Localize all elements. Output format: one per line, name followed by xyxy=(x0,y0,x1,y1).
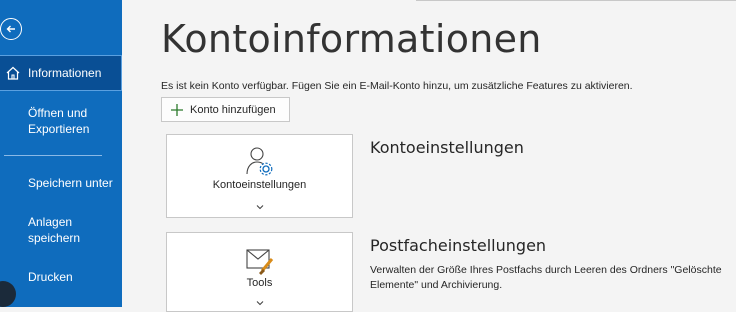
section-description: Verwalten der Größe Ihres Postfachs durc… xyxy=(370,264,722,291)
account-settings-icon xyxy=(245,146,275,183)
help-bubble-icon[interactable] xyxy=(0,281,16,307)
account-settings-button[interactable]: Kontoeinstellungen xyxy=(166,134,353,218)
card-label: Kontoeinstellungen xyxy=(212,179,307,191)
sidebar-item-label: Speichern unter xyxy=(28,176,113,190)
chevron-down-icon xyxy=(256,293,264,311)
sidebar-item-informationen[interactable]: Informationen xyxy=(0,55,122,91)
tools-button[interactable]: Tools xyxy=(166,232,353,312)
page-title: Kontoinformationen xyxy=(161,17,542,61)
backstage-sidebar: Informationen Öffnen und Exportieren Spe… xyxy=(0,0,122,307)
card-label: Tools xyxy=(246,277,273,289)
chevron-down-icon xyxy=(256,197,264,215)
sidebar-item-label: Drucken xyxy=(28,270,73,284)
section-title: Kontoeinstellungen xyxy=(370,138,524,157)
back-arrow-icon[interactable] xyxy=(0,18,22,40)
plus-icon xyxy=(170,103,184,117)
add-account-label: Konto hinzufügen xyxy=(190,103,276,116)
tools-mailbox-icon xyxy=(245,247,277,280)
section-title: Postfacheinstellungen xyxy=(370,236,547,255)
add-account-button[interactable]: Konto hinzufügen xyxy=(161,97,290,122)
sidebar-item-label: Öffnen und Exportieren xyxy=(28,106,90,136)
sidebar-item-label: Informationen xyxy=(28,66,102,80)
top-divider xyxy=(416,0,736,1)
home-icon xyxy=(5,65,21,85)
sidebar-item-label: Anlagen speichern xyxy=(28,215,81,245)
no-account-info-text: Es ist kein Konto verfügbar. Fügen Sie e… xyxy=(161,80,633,92)
sidebar-divider xyxy=(4,155,102,156)
